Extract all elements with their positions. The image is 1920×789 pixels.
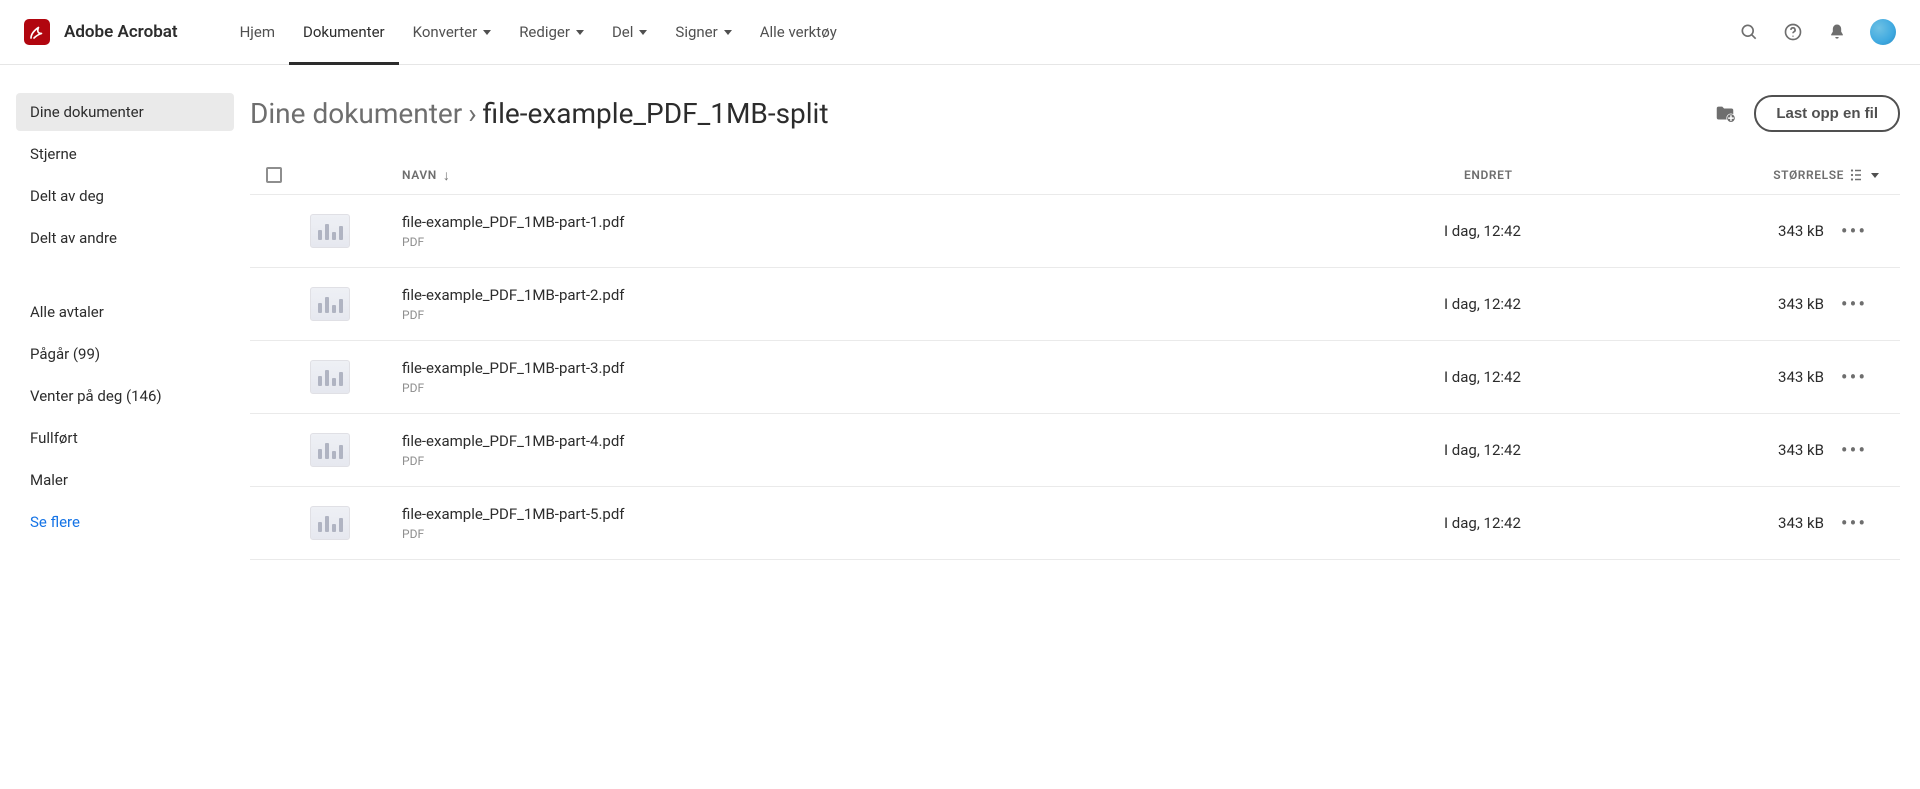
file-size: 343 kB xyxy=(1778,295,1824,313)
file-modified: I dag, 12:42 xyxy=(1444,441,1521,459)
app-logo-icon xyxy=(24,19,50,45)
sidebar-group-agreements: Alle avtaler Pågår (99) Venter på deg (146… xyxy=(16,293,234,541)
table-row[interactable]: file-example_PDF_1MB-part-1.pdf PDF I da… xyxy=(250,194,1900,267)
nav-item-label: Del xyxy=(612,23,633,41)
col-header-name-label: NAVN xyxy=(402,168,437,182)
table-row[interactable]: file-example_PDF_1MB-part-4.pdf PDF I da… xyxy=(250,413,1900,486)
file-name: file-example_PDF_1MB-part-2.pdf xyxy=(402,286,1444,304)
avatar[interactable] xyxy=(1870,19,1896,45)
file-name: file-example_PDF_1MB-part-4.pdf xyxy=(402,432,1444,450)
sidebar-item[interactable]: Maler xyxy=(16,461,234,499)
file-size: 343 kB xyxy=(1778,368,1824,386)
pdf-thumbnail-icon xyxy=(310,287,350,321)
sidebar-item[interactable]: Alle avtaler xyxy=(16,293,234,331)
chevron-down-icon xyxy=(724,30,732,35)
upload-button[interactable]: Last opp en fil xyxy=(1754,95,1900,132)
chevron-down-icon xyxy=(576,30,584,35)
row-more-icon[interactable]: ••• xyxy=(1839,362,1869,392)
col-header-name[interactable]: NAVN ↓ xyxy=(402,167,1464,184)
file-modified: I dag, 12:42 xyxy=(1444,368,1521,386)
table-body: file-example_PDF_1MB-part-1.pdf PDF I da… xyxy=(250,194,1900,560)
pdf-thumbnail-icon xyxy=(310,506,350,540)
file-type: PDF xyxy=(402,527,1444,541)
breadcrumb-current: file-example_PDF_1MB-split xyxy=(483,97,829,130)
table-row[interactable]: file-example_PDF_1MB-part-2.pdf PDF I da… xyxy=(250,267,1900,340)
breadcrumb-root[interactable]: Dine dokumenter xyxy=(250,97,462,130)
nav-item-hjem[interactable]: Hjem xyxy=(226,0,289,64)
col-header-date[interactable]: ENDRET xyxy=(1464,168,1684,182)
file-size: 343 kB xyxy=(1778,441,1824,459)
view-toggle-icon[interactable] xyxy=(1844,166,1884,184)
file-name: file-example_PDF_1MB-part-5.pdf xyxy=(402,505,1444,523)
sidebar-see-more[interactable]: Se flere xyxy=(16,503,234,541)
file-modified: I dag, 12:42 xyxy=(1444,222,1521,240)
pdf-thumbnail-icon xyxy=(310,214,350,248)
row-more-icon[interactable]: ••• xyxy=(1839,435,1869,465)
nav-actions xyxy=(1738,19,1896,45)
row-more-icon[interactable]: ••• xyxy=(1839,508,1869,538)
col-header-size[interactable]: STØRRELSE xyxy=(1684,168,1844,182)
brand-block[interactable]: Adobe Acrobat xyxy=(24,19,178,45)
file-size: 343 kB xyxy=(1778,222,1824,240)
nav-item-konverter[interactable]: Konverter xyxy=(399,0,506,64)
help-icon[interactable] xyxy=(1782,21,1804,43)
chevron-down-icon xyxy=(1871,173,1879,178)
sidebar: Dine dokumenter Stjerne Delt av deg Delt av… xyxy=(0,65,250,605)
sidebar-item[interactable]: Stjerne xyxy=(16,135,234,173)
sidebar-group-docs: Dine dokumenter Stjerne Delt av deg Delt av… xyxy=(16,93,234,257)
table-row[interactable]: file-example_PDF_1MB-part-5.pdf PDF I da… xyxy=(250,486,1900,560)
sidebar-item[interactable]: Delt av deg xyxy=(16,177,234,215)
file-type: PDF xyxy=(402,454,1444,468)
sidebar-item[interactable]: Dine dokumenter xyxy=(16,93,234,131)
file-name: file-example_PDF_1MB-part-1.pdf xyxy=(402,213,1444,231)
table-header: NAVN ↓ ENDRET STØRRELSE xyxy=(250,156,1900,194)
top-nav: Adobe Acrobat Hjem Dokumenter Konverter Red… xyxy=(0,0,1920,65)
sidebar-item[interactable]: Delt av andre xyxy=(16,219,234,257)
layout: Dine dokumenter Stjerne Delt av deg Delt av… xyxy=(0,65,1920,605)
sidebar-item[interactable]: Venter på deg (146) xyxy=(16,377,234,415)
table-row[interactable]: file-example_PDF_1MB-part-3.pdf PDF I da… xyxy=(250,340,1900,413)
col-header-size-label: STØRRELSE xyxy=(1773,168,1844,182)
nav-item-alle-verktøy[interactable]: Alle verktøy xyxy=(746,0,851,64)
file-table: NAVN ↓ ENDRET STØRRELSE xyxy=(250,156,1900,560)
chevron-down-icon xyxy=(483,30,491,35)
row-more-icon[interactable]: ••• xyxy=(1839,289,1869,319)
page-header: Dine dokumenter›file-example_PDF_1MB-spl… xyxy=(250,95,1900,132)
nav-item-dokumenter[interactable]: Dokumenter xyxy=(289,0,399,64)
nav-item-label: Dokumenter xyxy=(303,23,385,41)
file-type: PDF xyxy=(402,235,1444,249)
file-modified: I dag, 12:42 xyxy=(1444,514,1521,532)
select-all-checkbox[interactable] xyxy=(266,167,282,183)
file-modified: I dag, 12:42 xyxy=(1444,295,1521,313)
nav-item-signer[interactable]: Signer xyxy=(661,0,745,64)
chevron-down-icon xyxy=(639,30,647,35)
add-folder-icon[interactable] xyxy=(1714,103,1736,125)
row-more-icon[interactable]: ••• xyxy=(1839,216,1869,246)
nav-item-label: Signer xyxy=(675,23,717,41)
notifications-icon[interactable] xyxy=(1826,21,1848,43)
main: Dine dokumenter›file-example_PDF_1MB-spl… xyxy=(250,65,1920,605)
nav-item-label: Hjem xyxy=(240,23,275,41)
brand-name: Adobe Acrobat xyxy=(64,22,178,42)
sort-down-icon: ↓ xyxy=(443,167,451,184)
nav-item-label: Konverter xyxy=(413,23,478,41)
file-size: 343 kB xyxy=(1778,514,1824,532)
search-icon[interactable] xyxy=(1738,21,1760,43)
file-type: PDF xyxy=(402,308,1444,322)
nav-items: Hjem Dokumenter Konverter Rediger Del Signer A… xyxy=(226,0,851,64)
pdf-thumbnail-icon xyxy=(310,360,350,394)
file-name: file-example_PDF_1MB-part-3.pdf xyxy=(402,359,1444,377)
breadcrumb: Dine dokumenter›file-example_PDF_1MB-spl… xyxy=(250,97,1696,130)
nav-item-del[interactable]: Del xyxy=(598,0,661,64)
sidebar-item[interactable]: Fullført xyxy=(16,419,234,457)
file-type: PDF xyxy=(402,381,1444,395)
nav-item-label: Alle verktøy xyxy=(760,23,837,41)
col-header-date-label: ENDRET xyxy=(1464,168,1513,182)
pdf-thumbnail-icon xyxy=(310,433,350,467)
nav-item-label: Rediger xyxy=(519,23,570,41)
sidebar-item[interactable]: Pågår (99) xyxy=(16,335,234,373)
nav-item-rediger[interactable]: Rediger xyxy=(505,0,598,64)
breadcrumb-sep: › xyxy=(468,97,476,130)
